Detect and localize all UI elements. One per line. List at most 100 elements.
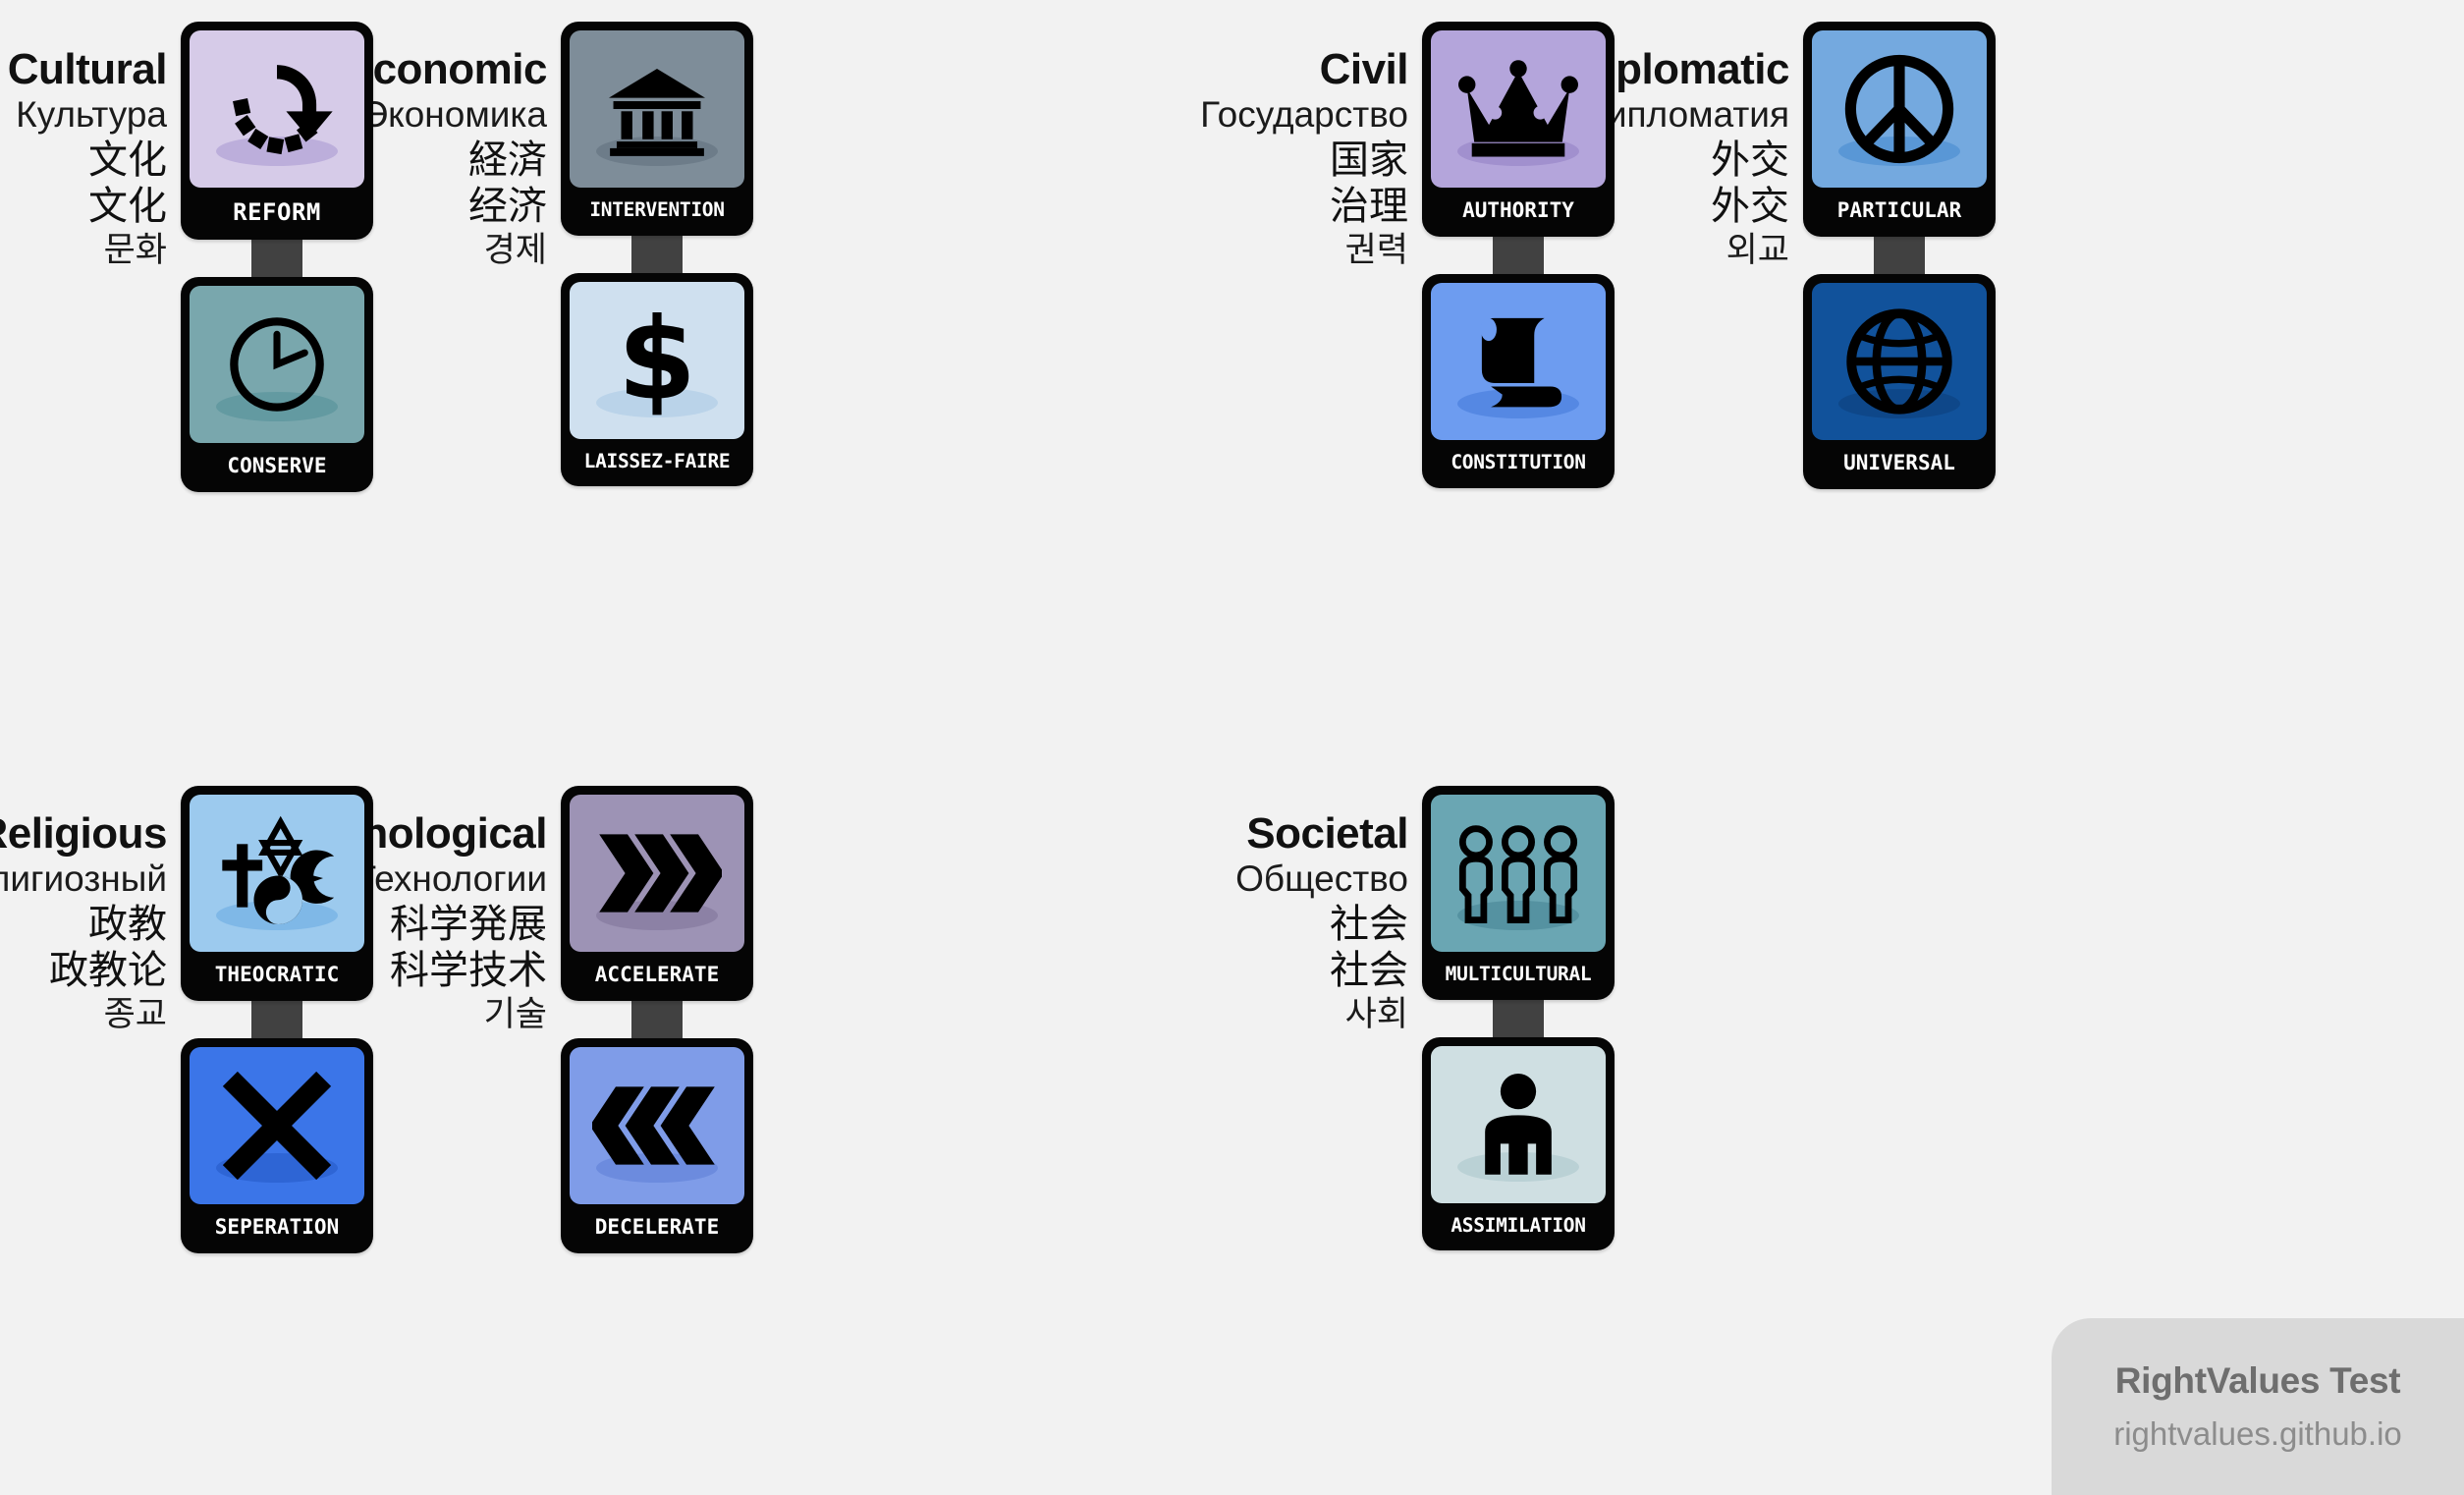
sign-decelerate[interactable]: DECELERATE <box>561 1038 753 1253</box>
dollar-sign-icon: $ <box>618 302 696 419</box>
axis-label-ru: Религиозный <box>0 858 167 900</box>
sign-accelerate[interactable]: ACCELERATE <box>561 786 753 1001</box>
sign-face-particular <box>1812 30 1987 188</box>
axis-label-zh: 科学技术 <box>390 948 547 992</box>
sign-universal[interactable]: UNIVERSAL <box>1803 274 1996 489</box>
sign-post <box>631 997 683 1042</box>
axis-cultural: Cultural Культура 文化 文化 문화 REFORM CONSER… <box>0 22 373 492</box>
axis-label-zh: 文化 <box>88 184 167 228</box>
religious-symbols-icon <box>222 815 335 924</box>
sign-label-assimilation: ASSIMILATION <box>1451 1213 1586 1237</box>
refresh-arrow-icon <box>233 65 333 155</box>
axis-label-ja: 国家 <box>1330 138 1408 182</box>
three-people-icon <box>1458 825 1578 923</box>
axis-label-group-cultural: Cultural Культура 文化 文化 문화 <box>0 22 181 271</box>
axis-label-group-societal: Societal Общество 社会 社会 사회 <box>1235 786 1422 1035</box>
watermark-url: rightvalues.github.io <box>2113 1415 2402 1452</box>
scroll-icon <box>1480 317 1562 408</box>
sign-label-universal: UNIVERSAL <box>1843 451 1955 474</box>
watermark-panel: RightValues Test rightvalues.github.io <box>2052 1318 2464 1495</box>
axis-label-ja: 政教 <box>88 902 167 946</box>
sign-face-theocratic <box>190 795 364 952</box>
sign-multicultural[interactable]: MULTICULTURAL <box>1422 786 1615 1000</box>
sign-conserve[interactable]: CONSERVE <box>181 277 373 492</box>
yin-yang-sub-icon <box>253 875 302 924</box>
axis-label-zh: 社会 <box>1330 948 1408 992</box>
axis-civil: Civil Государство 国家 治理 권력 AUTHORITY CON… <box>1200 22 1615 488</box>
sign-label-constitution: CONSTITUTION <box>1451 451 1586 473</box>
globe-icon <box>1846 308 1952 415</box>
sign-post <box>1493 995 1544 1041</box>
axis-label-group-civil: Civil Государство 国家 治理 권력 <box>1200 22 1422 271</box>
axis-label-ja: 社会 <box>1330 902 1408 946</box>
svg-text:$: $ <box>618 302 696 419</box>
sign-post <box>1874 233 1925 278</box>
sign-face-multicultural <box>1431 795 1606 952</box>
axis-label-en: Economic <box>344 45 548 93</box>
sign-pair-societal: MULTICULTURAL ASSIMILATION <box>1422 786 1615 1250</box>
axis-label-ko: 경제 <box>483 231 547 270</box>
sign-face-decelerate <box>570 1047 744 1204</box>
axis-technological: Technological Технологии 科学発展 科学技术 기술 AC… <box>266 786 753 1253</box>
sign-authority[interactable]: AUTHORITY <box>1422 22 1615 237</box>
sign-label-laissez-faire: LAISSEZ-FAIRE <box>583 449 731 472</box>
axis-label-zh: 治理 <box>1330 184 1408 228</box>
axis-label-ja: 経済 <box>468 138 547 182</box>
sign-label-decelerate: DECELERATE <box>594 1215 720 1239</box>
single-person-icon <box>1485 1073 1552 1175</box>
bank-building-icon <box>608 68 706 156</box>
axis-label-ko: 사회 <box>1344 995 1408 1034</box>
sign-face-reform <box>190 30 364 188</box>
sign-face-authority <box>1431 30 1606 188</box>
axis-label-ru: Экономика <box>361 94 547 136</box>
sign-face-constitution <box>1431 283 1606 440</box>
sign-pair-religious: THEOCRATIC SEPERATION <box>181 786 373 1253</box>
sign-label-conserve: CONSERVE <box>227 454 327 477</box>
sign-label-theocratic: THEOCRATIC <box>214 963 340 986</box>
sign-label-authority: AUTHORITY <box>1462 198 1574 222</box>
axis-label-ja: 外交 <box>1711 138 1789 182</box>
axis-label-group-technological: Technological Технологии 科学発展 科学技术 기술 <box>266 786 561 1035</box>
x-cross-icon <box>222 1071 332 1181</box>
axis-label-zh: 外交 <box>1711 184 1789 228</box>
axis-label-en: Cultural <box>7 45 168 93</box>
sign-label-accelerate: ACCELERATE <box>594 963 720 986</box>
sign-post <box>1493 233 1544 278</box>
sign-theocratic[interactable]: THEOCRATIC <box>181 786 373 1001</box>
peace-sign-icon <box>1844 54 1954 164</box>
sign-laissez-faire[interactable]: $ LAISSEZ-FAIRE <box>561 272 753 486</box>
axis-label-ja: 科学発展 <box>390 902 547 946</box>
sign-post <box>631 231 683 277</box>
axis-label-zh: 经济 <box>468 184 547 228</box>
sign-pair-civil: AUTHORITY CONSTITUTION <box>1422 22 1615 488</box>
axis-religious: Religious Религиозный 政教 政教论 종교 <box>0 786 373 1253</box>
axis-label-ko: 외교 <box>1725 231 1789 270</box>
sign-intervention[interactable]: INTERVENTION <box>561 22 753 236</box>
sign-particular[interactable]: PARTICULAR <box>1803 22 1996 237</box>
axis-label-group-diplomatic: Diplomatic Дипломатия 外交 外交 외교 <box>1573 22 1803 271</box>
sign-constitution[interactable]: CONSTITUTION <box>1422 274 1615 488</box>
sign-seperation[interactable]: SEPERATION <box>181 1038 373 1253</box>
star-of-david-sub-icon <box>258 815 303 880</box>
sign-label-multicultural: MULTICULTURAL <box>1445 963 1592 985</box>
sign-reform[interactable]: REFORM <box>181 22 373 240</box>
axis-label-en: Societal <box>1246 809 1408 858</box>
chevrons-left-icon <box>592 1086 715 1165</box>
rightvalues-results-board: Cultural Культура 文化 文化 문화 REFORM CONSER… <box>0 0 2464 1495</box>
sign-pair-economic: INTERVENTION $ LAISSEZ-FAIRE <box>561 22 753 486</box>
axis-label-ru: Государство <box>1200 94 1408 136</box>
axis-label-en: Religious <box>0 809 167 858</box>
sign-face-seperation <box>190 1047 364 1204</box>
axis-label-zh: 政教论 <box>49 948 167 992</box>
axis-label-ko: 기술 <box>483 995 547 1034</box>
sign-assimilation[interactable]: ASSIMILATION <box>1422 1036 1615 1250</box>
chevrons-right-icon <box>599 834 722 913</box>
axis-label-group-religious: Religious Религиозный 政教 政教论 종교 <box>0 786 181 1035</box>
sign-label-reform: REFORM <box>233 198 321 226</box>
axis-label-ko: 종교 <box>103 995 167 1034</box>
sign-post <box>251 997 302 1042</box>
sign-face-universal <box>1812 283 1987 440</box>
sign-face-assimilation <box>1431 1045 1606 1203</box>
axis-label-ko: 권력 <box>1344 231 1408 270</box>
sign-pair-diplomatic: PARTICULAR UNIVERSAL <box>1803 22 1996 489</box>
